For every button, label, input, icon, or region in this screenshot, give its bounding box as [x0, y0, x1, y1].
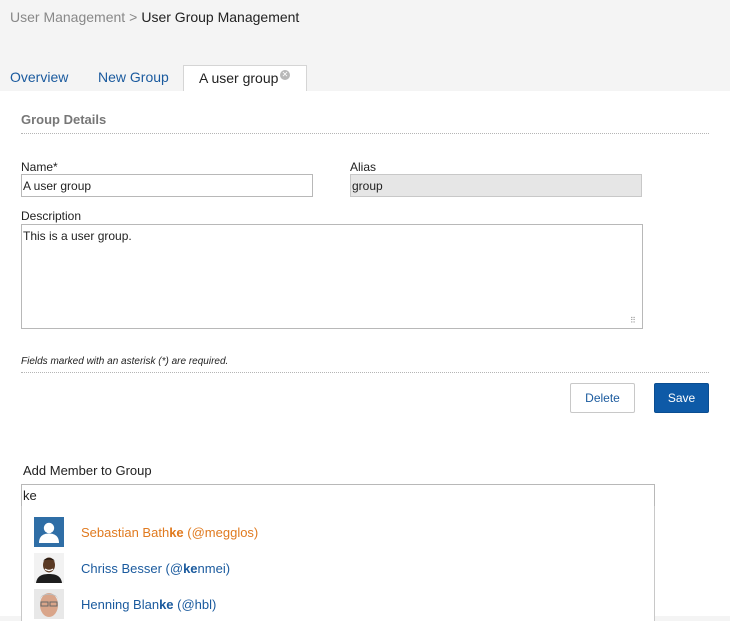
member-suggestions: Sebastian Bathke (@megglos) Chriss Besse… — [21, 506, 655, 621]
default-avatar-icon — [34, 517, 64, 547]
suggestion-sebastian-bathke[interactable]: Sebastian Bathke (@megglos) — [34, 517, 634, 547]
save-button[interactable]: Save — [654, 383, 709, 413]
breadcrumb-parent-link[interactable]: User Management — [10, 9, 125, 25]
suggestion-chriss-besser[interactable]: Chriss Besser (@kenmei) — [34, 553, 634, 583]
tab-label: A user group — [199, 70, 279, 86]
avatar — [34, 589, 64, 619]
breadcrumb-separator: > — [129, 9, 138, 25]
description-field[interactable]: This is a user group. — [21, 224, 643, 329]
resize-grip-icon[interactable]: ⠿ — [630, 317, 640, 327]
close-icon[interactable]: ✕ — [280, 70, 290, 80]
add-member-label: Add Member to Group — [23, 463, 152, 478]
alias-field — [350, 174, 642, 197]
delete-button[interactable]: Delete — [570, 383, 635, 413]
name-field[interactable] — [21, 174, 313, 197]
suggestion-name: Henning Blanke (@hbl) — [81, 597, 217, 612]
avatar — [34, 553, 64, 583]
description-label: Description — [21, 209, 82, 223]
breadcrumb: User Management > User Group Management — [10, 9, 299, 25]
breadcrumb-current: User Group Management — [141, 9, 300, 25]
tab-overview[interactable]: Overview — [10, 65, 68, 91]
required-hint: Fields marked with an asterisk (*) are r… — [21, 356, 229, 367]
section-divider — [21, 133, 709, 134]
tab-bar: Overview New Group A user group ✕ — [0, 65, 730, 91]
suggestion-name: Sebastian Bathke (@megglos) — [81, 525, 259, 540]
group-details-panel: Group Details Name* Alias Description Th… — [0, 91, 730, 621]
member-search-input[interactable] — [21, 484, 655, 507]
suggestion-name: Chriss Besser (@kenmei) — [81, 561, 231, 576]
tab-new-group[interactable]: New Group — [98, 65, 169, 91]
tab-a-user-group[interactable]: A user group ✕ — [183, 65, 307, 91]
alias-label: Alias — [350, 160, 377, 174]
section-title: Group Details — [21, 112, 107, 127]
form-divider — [21, 372, 709, 373]
name-label: Name* — [21, 160, 58, 174]
suggestion-henning-blanke[interactable]: Henning Blanke (@hbl) — [34, 589, 634, 619]
